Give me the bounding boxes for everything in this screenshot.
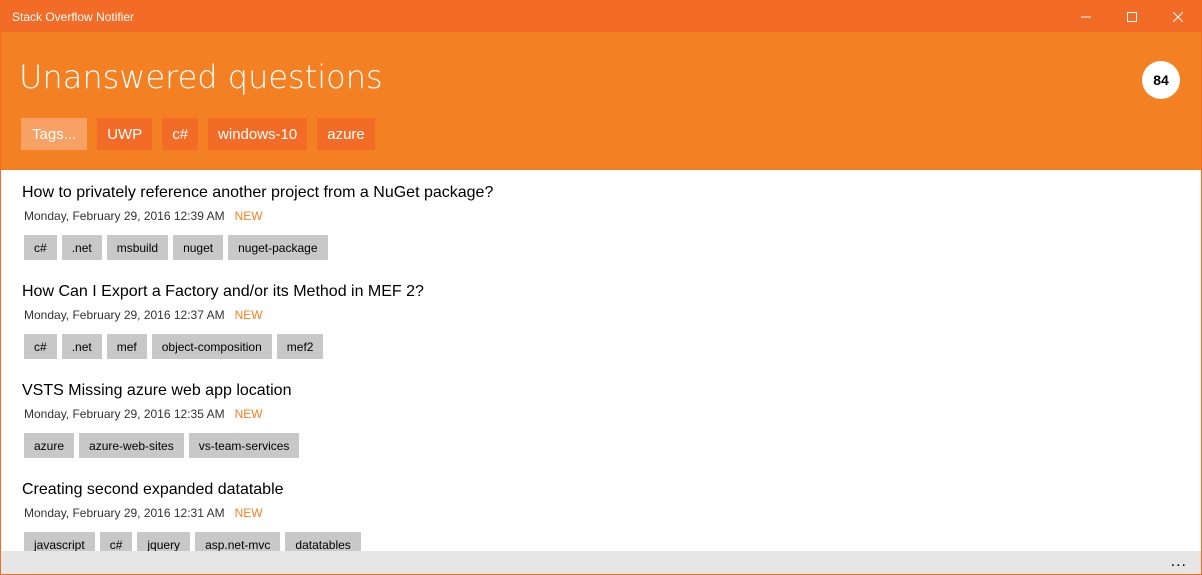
question-title[interactable]: Creating second expanded datatable <box>22 481 284 499</box>
question-date: Monday, February 29, 2016 12:37 AM <box>24 308 225 322</box>
more-options-button[interactable]: ... <box>1171 553 1187 571</box>
new-badge: NEW <box>234 506 263 520</box>
question-tags: c# .net mef object-composition mef2 <box>24 334 328 359</box>
question-list[interactable]: How to privately reference another proje… <box>1 171 1201 551</box>
title-bar[interactable]: Stack Overflow Notifier <box>1 1 1201 32</box>
filter-tag-csharp[interactable]: c# <box>162 118 199 150</box>
question-tag[interactable]: c# <box>99 532 133 551</box>
question-tag[interactable]: jquery <box>137 532 191 551</box>
question-date: Monday, February 29, 2016 12:35 AM <box>24 407 225 421</box>
question-tag[interactable]: nuget <box>173 235 224 260</box>
caption-buttons <box>1063 1 1201 32</box>
question-tag[interactable]: c# <box>24 235 57 260</box>
question-title[interactable]: How Can I Export a Factory and/or its Me… <box>22 283 424 301</box>
maximize-icon <box>1127 11 1137 22</box>
question-tag[interactable]: vs-team-services <box>188 433 300 458</box>
question-tag[interactable]: mef2 <box>276 334 324 359</box>
question-tags: azure azure-web-sites vs-team-services <box>24 433 304 458</box>
question-meta: Monday, February 29, 2016 12:39 AM NEW <box>24 209 263 223</box>
filter-tag-windows-10[interactable]: windows-10 <box>208 118 308 150</box>
filter-tag-uwp[interactable]: UWP <box>97 118 153 150</box>
minimize-button[interactable] <box>1063 1 1109 32</box>
question-title[interactable]: VSTS Missing azure web app location <box>22 382 291 400</box>
question-tag[interactable]: .net <box>61 235 102 260</box>
new-badge: NEW <box>234 308 263 322</box>
question-meta: Monday, February 29, 2016 12:31 AM NEW <box>24 506 263 520</box>
question-date: Monday, February 29, 2016 12:39 AM <box>24 209 225 223</box>
question-tag[interactable]: nuget-package <box>228 235 328 260</box>
new-badge: NEW <box>234 407 263 421</box>
app-window: Stack Overflow Notifier Unanswered quest… <box>0 0 1202 575</box>
list-item[interactable]: How Can I Export a Factory and/or its Me… <box>1 270 1201 369</box>
list-item[interactable]: Creating second expanded datatable Monda… <box>1 468 1201 551</box>
filter-tag-azure[interactable]: azure <box>317 118 375 150</box>
question-tag[interactable]: azure <box>24 433 75 458</box>
question-tag[interactable]: .net <box>61 334 102 359</box>
question-tags: javascript c# jquery asp.net-mvc datatab… <box>24 532 366 551</box>
list-item[interactable]: VSTS Missing azure web app location Mond… <box>1 369 1201 468</box>
tag-filter-bar: Tags... UWP c# windows-10 azure <box>21 118 385 150</box>
question-title[interactable]: How to privately reference another proje… <box>22 184 493 202</box>
question-date: Monday, February 29, 2016 12:31 AM <box>24 506 225 520</box>
question-meta: Monday, February 29, 2016 12:35 AM NEW <box>24 407 263 421</box>
question-tag[interactable]: azure-web-sites <box>79 433 184 458</box>
question-tags: c# .net msbuild nuget nuget-package <box>24 235 333 260</box>
new-badge: NEW <box>234 209 263 223</box>
question-tag[interactable]: datatables <box>285 532 361 551</box>
question-tag[interactable]: object-composition <box>151 334 272 359</box>
question-tag[interactable]: mef <box>106 334 147 359</box>
page-title: Unanswered questions <box>19 58 383 96</box>
question-tag[interactable]: msbuild <box>106 235 169 260</box>
tags-button[interactable]: Tags... <box>21 118 88 150</box>
question-tag[interactable]: javascript <box>24 532 95 551</box>
count-badge: 84 <box>1142 61 1180 99</box>
close-button[interactable] <box>1155 1 1201 32</box>
close-icon <box>1173 11 1183 22</box>
window-title: Stack Overflow Notifier <box>12 9 135 24</box>
question-tag[interactable]: c# <box>24 334 57 359</box>
header: Unanswered questions 84 Tags... UWP c# w… <box>1 32 1201 170</box>
maximize-button[interactable] <box>1109 1 1155 32</box>
list-item[interactable]: How to privately reference another proje… <box>1 171 1201 270</box>
app-bar: ... <box>1 551 1201 574</box>
minimize-icon <box>1081 16 1091 17</box>
question-meta: Monday, February 29, 2016 12:37 AM NEW <box>24 308 263 322</box>
question-tag[interactable]: asp.net-mvc <box>195 532 281 551</box>
